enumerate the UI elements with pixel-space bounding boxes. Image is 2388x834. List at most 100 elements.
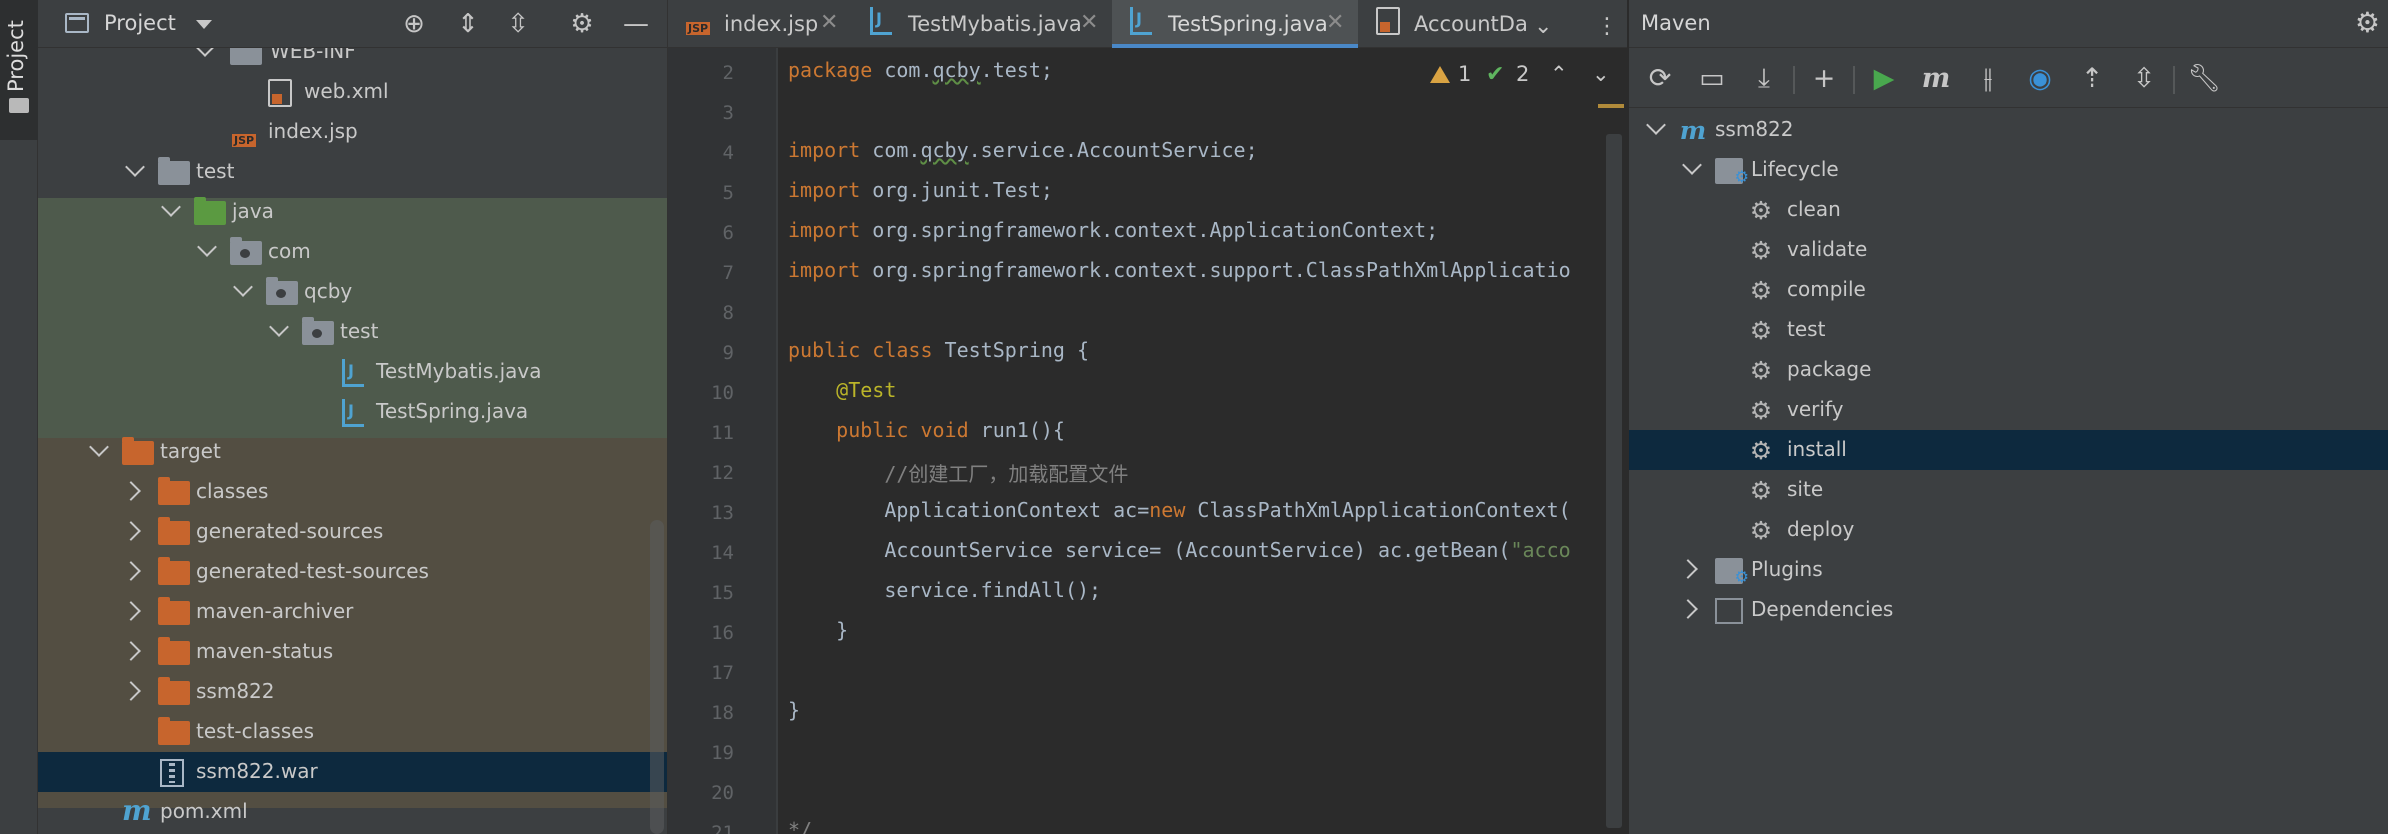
close-icon[interactable]: ✕ [1326, 10, 1344, 35]
tree-row-testspring[interactable]: TestSpring.java [38, 392, 667, 432]
tab-index-jsp[interactable]: index.jsp ✕ [668, 0, 852, 48]
previous-highlight-icon[interactable]: ⌃ [1550, 62, 1568, 86]
download-icon[interactable]: ⤓ [1747, 62, 1781, 96]
code-text: service.findAll(); [788, 578, 1102, 602]
toolbar-separator [1853, 66, 1855, 94]
tab-testspring[interactable]: TestSpring.java ✕ [1112, 0, 1358, 48]
reload-icon[interactable]: ⟳ [1643, 62, 1677, 96]
add-icon[interactable]: + [1807, 62, 1841, 96]
tree-row-maven-status[interactable]: maven-status [38, 632, 667, 672]
gear-icon[interactable]: ⚙ [2355, 6, 2380, 39]
tree-row-web-xml[interactable]: web.xml [38, 72, 667, 112]
next-highlight-icon[interactable]: ⌄ [1592, 62, 1610, 86]
project-scrollbar[interactable] [650, 520, 664, 834]
gear-icon[interactable]: ⚙ [568, 10, 596, 38]
chevron-right-icon[interactable] [121, 681, 141, 701]
chevron-down-icon[interactable] [1646, 115, 1666, 135]
close-icon[interactable]: ✕ [820, 10, 838, 35]
expand-all-icon[interactable]: ⇕ [454, 10, 482, 38]
maven-goal-package[interactable]: ⚙ package [1629, 350, 2388, 390]
editor-scrollbar[interactable] [1606, 134, 1622, 828]
chevron-down-icon[interactable] [161, 197, 181, 217]
collapse-all-icon[interactable]: ⇳ [504, 10, 532, 38]
tree-row-pom-xml[interactable]: m pom.xml [38, 792, 667, 832]
view-mode-dropdown-icon[interactable] [196, 20, 212, 29]
tree-row-generated-sources[interactable]: generated-sources [38, 512, 667, 552]
tree-row-com[interactable]: com [38, 232, 667, 272]
maven-goal-verify[interactable]: ⚙ verify [1629, 390, 2388, 430]
run-icon[interactable]: ▶ [1867, 62, 1901, 96]
chevron-right-icon[interactable] [121, 521, 141, 541]
maven-project-ssm822[interactable]: m ssm822 [1629, 110, 2388, 150]
chevron-down-icon[interactable] [1682, 155, 1702, 175]
chevron-down-icon[interactable]: ⌄ [1534, 14, 1552, 39]
tree-row-classes[interactable]: classes [38, 472, 667, 512]
tab-accountdao[interactable]: AccountDa [1358, 0, 1528, 48]
tree-row-ssm822-war[interactable]: ssm822.war [38, 752, 667, 792]
tree-row-target[interactable]: target [38, 432, 667, 472]
tree-row-test-classes[interactable]: test-classes [38, 712, 667, 752]
check-icon[interactable]: ✔ [1486, 62, 1504, 87]
line-number: 21 [711, 822, 734, 834]
chevron-right-icon[interactable] [121, 641, 141, 661]
code-text: import org.springframework.context.Appli… [788, 218, 1439, 242]
close-icon[interactable]: ✕ [1080, 10, 1098, 35]
collapse-icon[interactable]: ⇳ [2127, 62, 2161, 96]
chevron-right-icon[interactable] [121, 561, 141, 581]
chevron-right-icon[interactable] [1678, 599, 1698, 619]
chevron-down-icon[interactable] [197, 237, 217, 257]
settings-wrench-icon[interactable]: 🔧︎ [2187, 62, 2221, 96]
tree-row-generated-test-sources[interactable]: generated-test-sources [38, 552, 667, 592]
gear-icon: ⚙ [1749, 436, 1773, 465]
tree-row-maven-archiver[interactable]: maven-archiver [38, 592, 667, 632]
code-text: package com.qcby.test; [788, 58, 1053, 82]
maven-plugins[interactable]: Plugins [1629, 550, 2388, 590]
project-panel: Project ⊕ ⇕ ⇳ ⚙ — WEB-INF web.xml i [38, 0, 667, 834]
chevron-right-icon[interactable] [121, 481, 141, 501]
locate-icon[interactable]: ⊕ [400, 10, 428, 38]
add-folder-icon[interactable]: ▭ [1695, 62, 1729, 96]
tree-row-qcby[interactable]: qcby [38, 272, 667, 312]
warning-stripe-marker[interactable] [1598, 104, 1624, 108]
maven-dependencies[interactable]: Dependencies [1629, 590, 2388, 630]
chevron-right-icon[interactable] [1678, 559, 1698, 579]
maven-goal-validate[interactable]: ⚙ validate [1629, 230, 2388, 270]
maven-goal-install[interactable]: ⚙ install [1629, 430, 2388, 470]
chevron-down-icon[interactable] [195, 48, 215, 57]
tree-row-test[interactable]: test [38, 152, 667, 192]
gear-icon: ⚙ [1749, 196, 1773, 225]
maven-panel-header: Maven ⚙ [1629, 0, 2388, 48]
toggle-offline-icon[interactable]: ⫲ [1971, 62, 2005, 96]
chevron-down-icon[interactable] [125, 157, 145, 177]
execute-goal-icon[interactable]: m [1919, 62, 1953, 96]
chevron-down-icon[interactable] [269, 317, 289, 337]
chevron-right-icon[interactable] [121, 601, 141, 621]
tab-testmybatis[interactable]: TestMybatis.java ✕ [852, 0, 1112, 48]
chevron-down-icon[interactable] [233, 277, 253, 297]
excluded-folder-icon [158, 637, 190, 665]
package-icon [302, 317, 334, 345]
maven-goal-test[interactable]: ⚙ test [1629, 310, 2388, 350]
tree-row-testmybatis[interactable]: TestMybatis.java [38, 352, 667, 392]
project-panel-title[interactable]: Project [104, 11, 176, 35]
minimize-icon[interactable]: — [622, 10, 650, 38]
maven-goal-compile[interactable]: ⚙ compile [1629, 270, 2388, 310]
tree-row-test-package[interactable]: test [38, 312, 667, 352]
tree-row-java[interactable]: java [38, 192, 667, 232]
warning-count[interactable]: 1 [1458, 62, 1471, 86]
ok-count[interactable]: 2 [1516, 62, 1529, 86]
chevron-down-icon[interactable] [89, 437, 109, 457]
project-tool-tab[interactable]: Project [0, 0, 38, 140]
show-dependencies-icon[interactable]: ⇡ [2075, 62, 2109, 96]
tree-row-web-inf[interactable]: WEB-INF [38, 48, 667, 72]
maven-lifecycle[interactable]: Lifecycle [1629, 150, 2388, 190]
maven-goal-site[interactable]: ⚙ site [1629, 470, 2388, 510]
more-options-icon[interactable]: ⋮ [1596, 14, 1618, 39]
maven-goal-deploy[interactable]: ⚙ deploy [1629, 510, 2388, 550]
maven-goal-clean[interactable]: ⚙ clean [1629, 190, 2388, 230]
warning-icon[interactable] [1430, 66, 1450, 83]
tree-row-index-jsp[interactable]: index.jsp [38, 112, 667, 152]
skip-tests-icon[interactable]: ◉ [2023, 62, 2057, 96]
line-number: 13 [711, 502, 734, 524]
tree-row-ssm822[interactable]: ssm822 [38, 672, 667, 712]
